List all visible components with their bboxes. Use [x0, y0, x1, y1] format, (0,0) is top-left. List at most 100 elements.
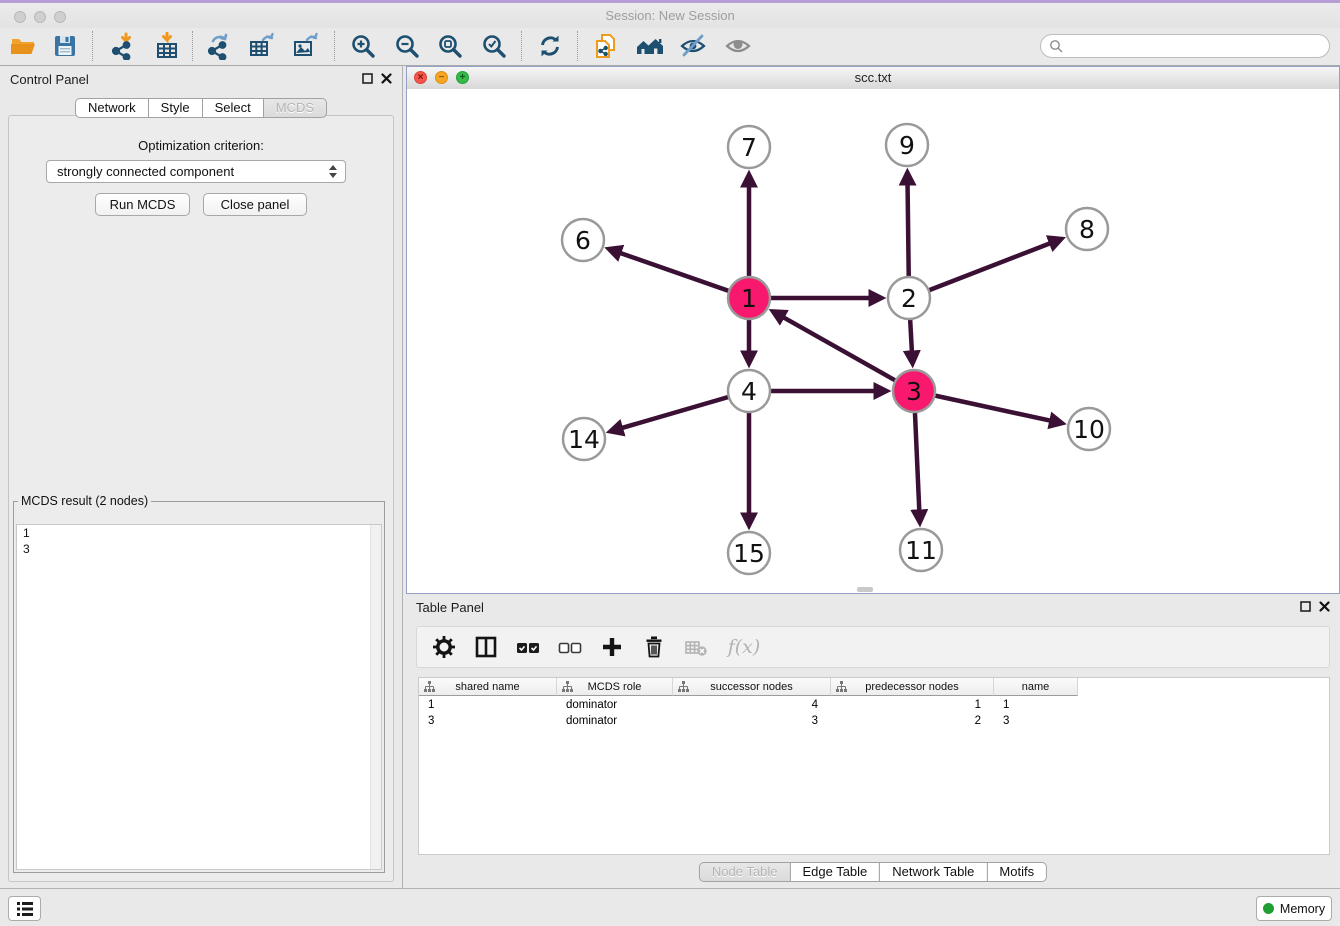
hide-selected-button[interactable] — [678, 31, 708, 61]
table-header-row: shared nameMCDS rolesuccessor nodesprede… — [419, 678, 1329, 696]
memory-label: Memory — [1280, 902, 1325, 916]
column-header-name[interactable]: name — [994, 678, 1078, 696]
close-panel-button[interactable]: Close panel — [203, 193, 307, 216]
eye-icon — [724, 32, 752, 60]
columns-icon — [473, 634, 499, 660]
show-hidden-button[interactable] — [723, 31, 753, 61]
result-scrollbar[interactable] — [370, 525, 381, 869]
export-network-icon — [205, 32, 233, 60]
table-panel-title: Table Panel — [416, 600, 484, 615]
search-input[interactable] — [1067, 38, 1321, 55]
control-panel: Control Panel NetworkStyleSelectMCDS Opt… — [0, 66, 403, 888]
toolbar-separator — [192, 31, 193, 61]
node-15[interactable]: 15 — [728, 532, 770, 574]
eye-slash-icon — [679, 32, 707, 60]
network-window-titlebar[interactable]: × − + scc.txt — [407, 67, 1339, 90]
delete-column-button[interactable] — [641, 634, 667, 660]
refresh-button[interactable] — [535, 31, 565, 61]
zoom-fit-button[interactable] — [435, 31, 465, 61]
zoom-in-button[interactable] — [348, 31, 378, 61]
tab-style[interactable]: Style — [148, 98, 203, 118]
node-3[interactable]: 3 — [893, 370, 935, 412]
node-9[interactable]: 9 — [886, 124, 928, 166]
column-header-successor-nodes[interactable]: successor nodes — [673, 678, 831, 696]
export-network-button[interactable] — [204, 31, 234, 61]
node-2[interactable]: 2 — [888, 277, 930, 319]
node-8[interactable]: 8 — [1066, 208, 1108, 250]
node-11[interactable]: 11 — [900, 529, 942, 571]
column-header-shared-name[interactable]: shared name — [419, 678, 557, 696]
svg-text:7: 7 — [741, 133, 757, 162]
tab-select[interactable]: Select — [202, 98, 264, 118]
task-history-button[interactable] — [8, 896, 41, 921]
node-7[interactable]: 7 — [728, 126, 770, 168]
node-table[interactable]: shared nameMCDS rolesuccessor nodesprede… — [418, 677, 1330, 855]
tab-motifs[interactable]: Motifs — [986, 862, 1047, 882]
table-toolbar: f(x) — [416, 626, 1330, 668]
result-line: 3 — [17, 541, 381, 557]
zoom-out-button[interactable] — [392, 31, 422, 61]
node-10[interactable]: 10 — [1068, 408, 1110, 450]
node-6[interactable]: 6 — [562, 219, 604, 261]
tree-icon — [836, 681, 847, 692]
zoom-selected-icon — [480, 32, 508, 60]
list-icon — [15, 900, 35, 918]
mcds-result-group: MCDS result (2 nodes) 13 — [13, 494, 385, 873]
import-network-button[interactable] — [108, 31, 138, 61]
home-button[interactable] — [635, 31, 665, 61]
column-visibility-button[interactable] — [473, 634, 499, 660]
table-row[interactable]: 3dominator323 — [419, 713, 1329, 729]
run-mcds-button[interactable]: Run MCDS — [95, 193, 190, 216]
tab-network[interactable]: Network — [75, 98, 149, 118]
cell-mcds-role: dominator — [557, 715, 673, 727]
node-14[interactable]: 14 — [563, 418, 605, 460]
zoom-selected-button[interactable] — [479, 31, 509, 61]
save-floppy-icon — [52, 33, 78, 59]
edge-3-1[interactable] — [773, 312, 914, 391]
edge-2-8[interactable] — [909, 239, 1061, 298]
close-panel-icon[interactable] — [1319, 601, 1330, 612]
network-window: × − + scc.txt 7 9 6 8 1 2 4 3 14 10 15 11 — [406, 66, 1340, 594]
float-panel-icon[interactable] — [1300, 601, 1311, 612]
function-builder-button[interactable]: f(x) — [725, 634, 763, 660]
import-table-button[interactable] — [152, 31, 182, 61]
export-table-button[interactable] — [247, 31, 277, 61]
float-panel-icon[interactable] — [362, 73, 373, 84]
node-1[interactable]: 1 — [728, 277, 770, 319]
svg-text:10: 10 — [1073, 415, 1105, 444]
delete-table-button[interactable] — [683, 634, 709, 660]
deselect-all-button[interactable] — [557, 634, 583, 660]
column-header-mcds-role[interactable]: MCDS role — [557, 678, 673, 696]
select-all-button[interactable] — [515, 634, 541, 660]
export-image-button[interactable] — [291, 31, 321, 61]
fx-icon: f(x) — [728, 636, 761, 658]
settings-gear-button[interactable] — [431, 634, 457, 660]
control-panel-tabs: NetworkStyleSelectMCDS — [75, 98, 327, 118]
network-canvas-svg[interactable]: 7 9 6 8 1 2 4 3 14 10 15 11 — [407, 89, 1339, 593]
table-panel: Table Panel — [406, 594, 1340, 888]
tab-mcds[interactable]: MCDS — [263, 98, 327, 118]
cell-predecessor-nodes: 2 — [831, 715, 994, 727]
close-panel-icon[interactable] — [381, 73, 392, 84]
duplicate-network-button[interactable] — [591, 31, 621, 61]
search-icon — [1049, 39, 1063, 53]
tab-node-table[interactable]: Node Table — [699, 862, 791, 882]
svg-text:8: 8 — [1079, 215, 1095, 244]
open-session-button[interactable] — [8, 31, 38, 61]
toolbar-separator — [334, 31, 335, 61]
mcds-result-textarea[interactable]: 13 — [16, 524, 382, 870]
column-header-predecessor-nodes[interactable]: predecessor nodes — [831, 678, 994, 696]
search-box[interactable] — [1040, 34, 1330, 58]
table-row[interactable]: 1dominator411 — [419, 697, 1329, 713]
edge-3-10[interactable] — [914, 391, 1062, 423]
tab-edge-table[interactable]: Edge Table — [789, 862, 880, 882]
memory-button[interactable]: Memory — [1256, 896, 1332, 921]
add-column-button[interactable] — [599, 634, 625, 660]
tab-network-table[interactable]: Network Table — [879, 862, 987, 882]
duplicate-network-icon — [592, 32, 620, 60]
save-session-button[interactable] — [50, 31, 80, 61]
criterion-select[interactable]: strongly connected component — [46, 160, 346, 183]
node-4[interactable]: 4 — [728, 370, 770, 412]
canvas-scroll-handle[interactable] — [857, 587, 873, 592]
cell-successor-nodes: 4 — [673, 699, 831, 711]
